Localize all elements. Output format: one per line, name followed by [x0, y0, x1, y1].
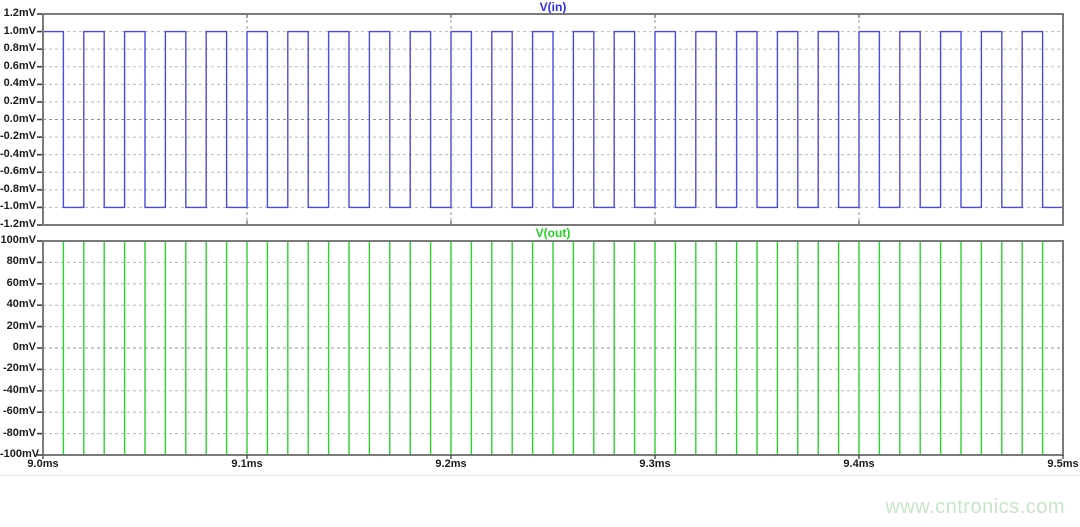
x-tick-label: 9.4ms	[843, 458, 874, 471]
y-tick-label: -0.4mV	[0, 148, 36, 161]
y-tick-label: 0.0mV	[0, 113, 36, 126]
panel-bottom-edge	[0, 475, 1080, 476]
x-tick-label: 9.5ms	[1047, 458, 1078, 471]
y-tick-label: 0.4mV	[0, 77, 36, 90]
y-tick-label: 40mV	[0, 298, 36, 311]
y-tick-label: -0.8mV	[0, 183, 36, 196]
y-tick-label: -40mV	[0, 384, 36, 397]
y-tick-label: 0.2mV	[0, 95, 36, 108]
y-tick-label: -1.0mV	[0, 200, 36, 213]
y-tick-label: 100mV	[0, 234, 36, 247]
x-tick-label: 9.3ms	[639, 458, 670, 471]
watermark: www.cntronics.com	[885, 496, 1065, 519]
x-tick-label: 9.2ms	[435, 458, 466, 471]
y-tick-label: -1.2mV	[0, 218, 36, 231]
y-tick-label: 1.0mV	[0, 25, 36, 38]
y-tick-label: -60mV	[0, 405, 36, 418]
y-tick-label: -0.2mV	[0, 130, 36, 143]
y-tick-label: -20mV	[0, 362, 36, 375]
y-tick-label: -80mV	[0, 427, 36, 440]
y-tick-label: 0.6mV	[0, 60, 36, 73]
y-tick-label: 80mV	[0, 255, 36, 268]
x-tick-label: 9.0ms	[27, 458, 58, 471]
plot-pane-vout[interactable]	[0, 0, 1080, 527]
waveform-viewer-window: V(in) V(out) www.cntronics.com 1.2mV1.0m…	[0, 0, 1080, 527]
y-tick-label: -0.6mV	[0, 165, 36, 178]
y-tick-label: 60mV	[0, 277, 36, 290]
y-tick-label: 20mV	[0, 320, 36, 333]
y-tick-label: 1.2mV	[0, 7, 36, 20]
x-tick-label: 9.1ms	[231, 458, 262, 471]
y-tick-label: 0mV	[0, 341, 36, 354]
y-tick-label: 0.8mV	[0, 42, 36, 55]
